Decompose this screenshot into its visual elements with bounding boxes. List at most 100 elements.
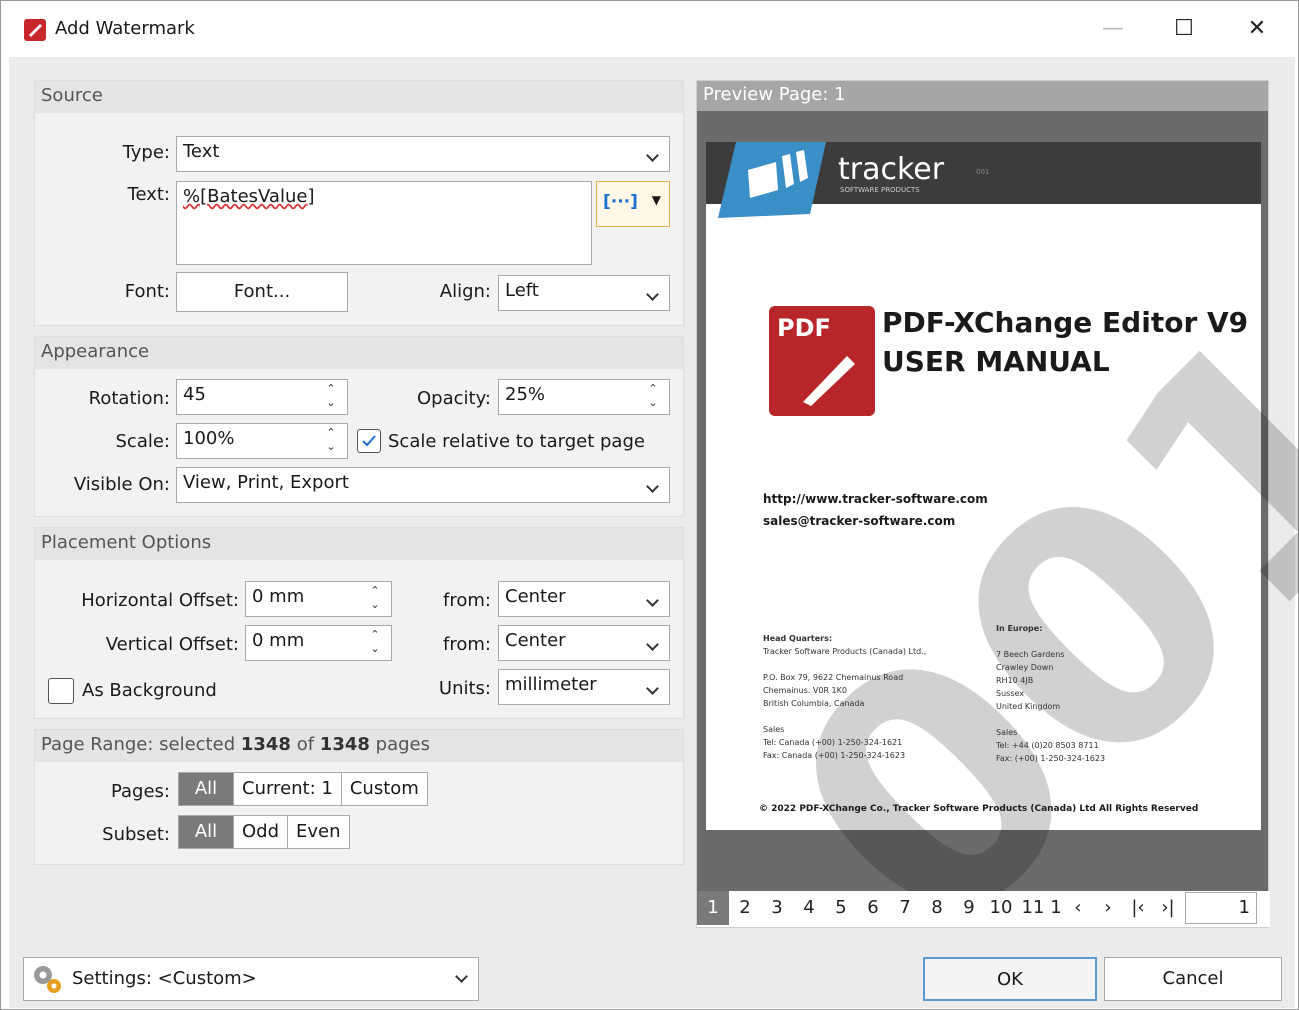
page-button-1[interactable]: 1	[697, 891, 729, 925]
title-bar: Add Watermark — ☐ ✕	[1, 1, 1298, 57]
visible-on-select[interactable]: View, Print, Export	[176, 467, 670, 503]
doc-eu-line: RH10 4JB	[996, 676, 1034, 685]
add-watermark-dialog: Add Watermark — ☐ ✕ Source Type: Text Te…	[0, 0, 1299, 1010]
type-label: Type:	[122, 142, 170, 163]
preview-page[interactable]: tracker SOFTWARE PRODUCTS 001 001 PDF PD…	[706, 142, 1299, 1008]
next-page-icon[interactable]: ›	[1093, 891, 1123, 925]
scale-label: Scale:	[115, 431, 171, 452]
pages-custom-button[interactable]: Custom	[342, 773, 427, 805]
as-background-checkbox[interactable]	[48, 678, 74, 704]
align-select[interactable]: Left	[498, 275, 670, 311]
page-button-9[interactable]: 9	[953, 891, 985, 925]
units-select[interactable]: millimeter	[498, 669, 670, 705]
preview-header: Preview Page: 1	[697, 81, 1268, 111]
minimize-button[interactable]: —	[1085, 9, 1141, 49]
doc-hq-title: Head Quarters:	[763, 634, 833, 643]
doc-eu-line: Crawley Down	[996, 663, 1054, 672]
opacity-spinner[interactable]: 25% ⌃ ⌄	[498, 379, 670, 415]
pages-current-button[interactable]: Current: 1	[234, 773, 342, 805]
maximize-button[interactable]: ☐	[1156, 9, 1212, 49]
horizontal-from-value: Center	[505, 586, 566, 607]
settings-select[interactable]: Settings: <Custom>	[23, 957, 479, 1001]
subset-all-button[interactable]: All	[179, 816, 234, 848]
ok-button[interactable]: OK	[923, 957, 1097, 1001]
doc-hq-line: P.O. Box 79, 9622 Chemainus Road	[763, 673, 904, 682]
align-label: Align:	[439, 281, 491, 302]
doc-hq-line	[763, 710, 963, 723]
horizontal-offset-spinner[interactable]: 0 mm ⌃ ⌄	[245, 581, 392, 617]
page-button-7[interactable]: 7	[889, 891, 921, 925]
text-input[interactable]: %[BatesValue]	[176, 181, 592, 265]
align-select-value: Left	[505, 280, 539, 301]
chevron-down-icon: ▼	[651, 193, 661, 207]
doc-title-line1: PDF-XChange Editor V9	[882, 306, 1249, 339]
units-value: millimeter	[505, 674, 597, 695]
page-button-8[interactable]: 8	[921, 891, 953, 925]
first-page-icon[interactable]: |‹	[1123, 891, 1153, 925]
close-button[interactable]: ✕	[1229, 9, 1285, 49]
vertical-offset-value: 0 mm	[252, 630, 305, 651]
doc-email: sales@tracker-software.com	[763, 514, 956, 528]
font-label: Font:	[124, 281, 170, 302]
scale-relative-checkbox[interactable]	[357, 429, 381, 453]
pdf-badge-icon: PDF	[769, 306, 875, 416]
page-button-6[interactable]: 6	[857, 891, 889, 925]
page-button-12[interactable]: 1	[1049, 891, 1063, 925]
doc-eu-line: 7 Beech Gardens	[996, 650, 1065, 659]
scale-spinner[interactable]: 100% ⌃ ⌄	[176, 423, 348, 459]
doc-brand-sub: SOFTWARE PRODUCTS	[840, 186, 920, 194]
page-button-3[interactable]: 3	[761, 891, 793, 925]
doc-eu-line: Fax: (+00) 1-250-324-1623	[996, 754, 1106, 763]
rotation-label: Rotation:	[88, 388, 170, 409]
page-navigator: 1 2 3 4 5 6 7 8 9 10 11 1 ‹ › |‹ ›| 1	[697, 891, 1270, 927]
vertical-from-value: Center	[505, 630, 566, 651]
appearance-header: Appearance	[35, 337, 683, 369]
pdf-badge-label: PDF	[777, 314, 831, 342]
page-button-4[interactable]: 4	[793, 891, 825, 925]
horizontal-from-select[interactable]: Center	[498, 581, 670, 617]
doc-footer: © 2022 PDF-XChange Co., Tracker Software…	[759, 804, 1199, 814]
rotation-spinner[interactable]: 45 ⌃ ⌄	[176, 379, 348, 415]
subset-odd-button[interactable]: Odd	[234, 816, 289, 848]
scale-relative-label: Scale relative to target page	[388, 431, 645, 452]
page-range-selected: 1348	[240, 734, 291, 755]
page-button-11[interactable]: 11	[1017, 891, 1049, 925]
text-label: Text:	[127, 184, 170, 205]
pages-all-button[interactable]: All	[179, 773, 234, 805]
vertical-offset-spinner[interactable]: 0 mm ⌃ ⌄	[245, 625, 392, 661]
settings-value: <Custom>	[157, 968, 257, 989]
vertical-from-select[interactable]: Center	[498, 625, 670, 661]
cancel-button[interactable]: Cancel	[1104, 957, 1282, 1001]
doc-url: http://www.tracker-software.com	[763, 492, 988, 506]
opacity-label: Opacity:	[417, 388, 491, 409]
horizontal-from-label: from:	[443, 590, 491, 611]
doc-eu-line: Tel: +44 (0)20 8503 8711	[996, 741, 1099, 750]
page-button-10[interactable]: 10	[985, 891, 1017, 925]
window-title: Add Watermark	[55, 18, 195, 39]
app-icon	[24, 19, 46, 41]
font-button[interactable]: Font...	[176, 272, 348, 312]
rotation-value: 45	[183, 384, 206, 405]
doc-eu-line: Sussex	[996, 689, 1024, 698]
doc-hq-block: Head Quarters: Tracker Software Products…	[763, 632, 963, 762]
type-select[interactable]: Text	[176, 136, 670, 172]
page-button-5[interactable]: 5	[825, 891, 857, 925]
macro-icon: [···]	[603, 192, 638, 212]
appearance-group: Appearance Rotation: 45 ⌃ ⌄ Opacity: 25% ⌃ ⌄…	[34, 336, 684, 517]
visible-on-label: Visible On:	[73, 474, 170, 495]
page-number-input[interactable]: 1	[1185, 892, 1257, 924]
pages-label: Pages:	[110, 781, 170, 802]
vertical-from-label: from:	[443, 634, 491, 655]
doc-hq-line: Tel: Canada (+00) 1-250-324-1621	[763, 738, 903, 747]
source-group: Source Type: Text Text: %[BatesValue] [·…	[34, 80, 684, 326]
horizontal-offset-label: Horizontal Offset:	[81, 590, 239, 611]
page-button-2[interactable]: 2	[729, 891, 761, 925]
prev-page-icon[interactable]: ‹	[1063, 891, 1093, 925]
settings-label: Settings:	[72, 968, 152, 989]
preview-panel: Preview Page: 1 tracker SOFTWARE PRODUCT…	[696, 80, 1299, 1008]
insert-macro-button[interactable]: [···] ▼	[596, 181, 670, 227]
last-page-icon[interactable]: ›|	[1153, 891, 1183, 925]
pages-segmented-control: All Current: 1 Custom	[178, 772, 428, 806]
subset-even-button[interactable]: Even	[288, 816, 349, 848]
placement-group: Placement Options Horizontal Offset: 0 m…	[34, 527, 684, 719]
